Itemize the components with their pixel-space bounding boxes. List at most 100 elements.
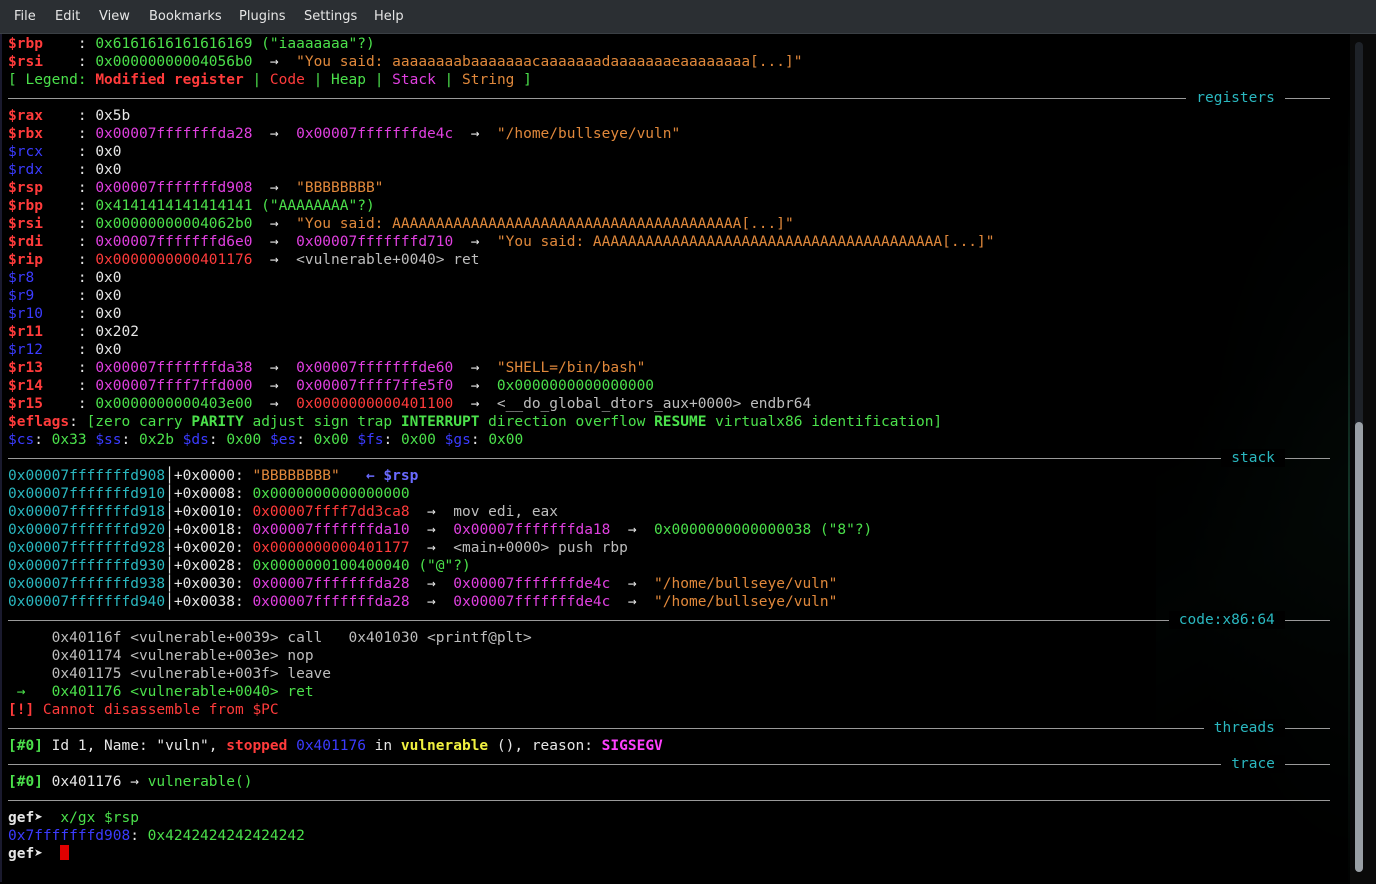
legend-modified: Modified register bbox=[95, 72, 244, 88]
terminal-text: : bbox=[69, 414, 87, 430]
register-name: $rdi bbox=[8, 234, 78, 250]
menu-file[interactable]: File bbox=[14, 9, 36, 24]
terminal-text: → bbox=[453, 378, 497, 394]
segment-value: 0x00 bbox=[226, 432, 262, 448]
register-value: 0x0000000000401176 bbox=[95, 252, 253, 268]
code-error-line: [!] Cannot disassemble from $PC bbox=[8, 701, 279, 719]
register-name: $r11 bbox=[8, 324, 78, 340]
register-line: $rcx : 0x0 bbox=[8, 143, 122, 161]
register-line: $rdi : 0x00007fffffffd6e0 → 0x00007fffff… bbox=[8, 233, 995, 251]
register-deref-value: 0x0000000000000000 bbox=[496, 378, 655, 394]
register-line: $r15 : 0x0000000000403e00 → 0x0000000000… bbox=[8, 395, 811, 413]
error-message: Cannot disassemble from $PC bbox=[34, 702, 279, 718]
menu-edit[interactable]: Edit bbox=[55, 9, 80, 24]
register-value: 0x00000000004062b0 bbox=[95, 216, 253, 232]
terminal-text: → bbox=[610, 576, 655, 592]
code-prefix bbox=[8, 648, 52, 664]
register-line: $r12 : 0x0 bbox=[8, 341, 122, 359]
output-colon: : bbox=[130, 828, 139, 844]
registers-divider bbox=[8, 98, 1187, 99]
terminal-text: : bbox=[77, 54, 96, 70]
memory-value: 0x4242424242424242 bbox=[138, 828, 305, 844]
register-line: $rip : 0x0000000000401176 → <vulnerable+… bbox=[8, 251, 479, 269]
eflags-flag: RESUME bbox=[654, 414, 707, 430]
registers-section-title: registers bbox=[1186, 89, 1285, 107]
register-line: $rbp : 0x4141414141414141 ("AAAAAAAA"?) bbox=[8, 197, 375, 215]
stack-deref: mov edi, eax bbox=[453, 504, 559, 520]
terminal-text: : bbox=[77, 198, 96, 214]
stack-offset: +0x0018: bbox=[173, 522, 244, 538]
scrollbar-thumb[interactable] bbox=[1355, 422, 1363, 872]
eflags-flag: direction overflow bbox=[479, 414, 655, 430]
stack-line: 0x00007fffffffd938│+0x0030: 0x00007fffff… bbox=[8, 575, 837, 593]
register-line: $r13 : 0x00007fffffffda38 → 0x00007fffff… bbox=[8, 359, 645, 377]
thread-function: vulnerable bbox=[400, 738, 489, 754]
stack-value: 0x00007fffffffda10 bbox=[252, 522, 410, 538]
stack-offset: +0x0028: bbox=[173, 558, 244, 574]
scrollbar[interactable] bbox=[1350, 34, 1376, 884]
register-name: $r15 bbox=[8, 396, 78, 412]
menu-help[interactable]: Help bbox=[374, 9, 404, 24]
terminal-text: → bbox=[453, 234, 497, 250]
register-line: $rsi : 0x00000000004062b0 → "You said: A… bbox=[8, 215, 794, 233]
terminal-text: → bbox=[409, 504, 454, 520]
segment-value: 0x00 bbox=[400, 432, 436, 448]
terminal-text: │ bbox=[165, 576, 174, 592]
gef-prompt: gef➤ bbox=[8, 810, 43, 826]
terminal-text: │ bbox=[165, 558, 174, 574]
terminal-text: → bbox=[252, 378, 297, 394]
register-name: $rip bbox=[8, 252, 78, 268]
code-line: 0x40116f <vulnerable+0039> call 0x401030… bbox=[8, 629, 532, 647]
menu-view[interactable]: View bbox=[99, 9, 130, 24]
register-value: 0x0 bbox=[95, 288, 122, 304]
code-line: 0x401175 <vulnerable+003f> leave bbox=[8, 665, 331, 683]
register-value: 0x0000000000403e00 bbox=[95, 396, 253, 412]
prompt-line[interactable]: gef➤ bbox=[8, 845, 70, 863]
stack-deref-value: 0x0000000000000038 ("8"?) bbox=[654, 522, 873, 538]
register-value: 0x00000000004056b0 bbox=[95, 54, 253, 70]
terminal-text: : bbox=[121, 432, 139, 448]
terminal-text: : bbox=[77, 216, 96, 232]
menu-bookmarks[interactable]: Bookmarks bbox=[149, 9, 222, 24]
terminal-text: : bbox=[77, 378, 96, 394]
register-value: 0x6161616161616169 bbox=[95, 36, 253, 52]
terminal-text: | bbox=[304, 72, 332, 88]
register-value: 0x0 bbox=[95, 306, 122, 322]
register-value: 0x4141414141414141 bbox=[95, 198, 253, 214]
register-name: $r9 bbox=[8, 288, 78, 304]
register-deref: 0x00007fffffffde4c bbox=[296, 126, 454, 142]
trace-divider-tail bbox=[1285, 764, 1330, 765]
stack-offset: +0x0038: bbox=[173, 594, 244, 610]
terminal-text: → bbox=[409, 540, 454, 556]
register-deref-value: <vulnerable+0040> ret bbox=[296, 252, 480, 268]
terminal-text: → bbox=[252, 360, 297, 376]
register-deref: 0x00007fffffffd710 bbox=[296, 234, 454, 250]
register-value: 0x0 bbox=[95, 144, 122, 160]
error-tag: [!] bbox=[8, 702, 35, 718]
terminal-text: : bbox=[77, 126, 96, 142]
register-value: 0x0 bbox=[95, 162, 122, 178]
memory-address: 0x7fffffffd908 bbox=[8, 828, 131, 844]
menu-bar: File Edit View Bookmarks Plugins Setting… bbox=[0, 0, 1376, 34]
register-line: $rsp : 0x00007fffffffd908 → "BBBBBBBB" bbox=[8, 179, 383, 197]
terminal-text: → bbox=[453, 360, 497, 376]
register-value: 0x0 bbox=[95, 342, 122, 358]
trace-arrow: → bbox=[121, 774, 148, 790]
register-deref-value: "BBBBBBBB" bbox=[296, 180, 384, 196]
menu-settings[interactable]: Settings bbox=[304, 9, 357, 24]
terminal-text: │ bbox=[165, 522, 174, 538]
register-deref-value: "You said: AAAAAAAAAAAAAAAAAAAAAAAAAAAAA… bbox=[296, 216, 794, 232]
register-name: $rbx bbox=[8, 126, 78, 142]
stack-offset: +0x0008: bbox=[173, 486, 244, 502]
terminal-text: │ bbox=[165, 468, 174, 484]
terminal-text: → bbox=[252, 216, 297, 232]
register-deref: 0x0000000000401100 bbox=[296, 396, 454, 412]
register-line: $r8 : 0x0 bbox=[8, 269, 122, 287]
trace-section-title: trace bbox=[1221, 755, 1285, 773]
terminal-text: → bbox=[252, 126, 297, 142]
stack-deref: 0x00007fffffffde4c bbox=[453, 594, 611, 610]
register-line: $rbx : 0x00007fffffffda28 → 0x00007fffff… bbox=[8, 125, 680, 143]
menu-plugins[interactable]: Plugins bbox=[239, 9, 286, 24]
